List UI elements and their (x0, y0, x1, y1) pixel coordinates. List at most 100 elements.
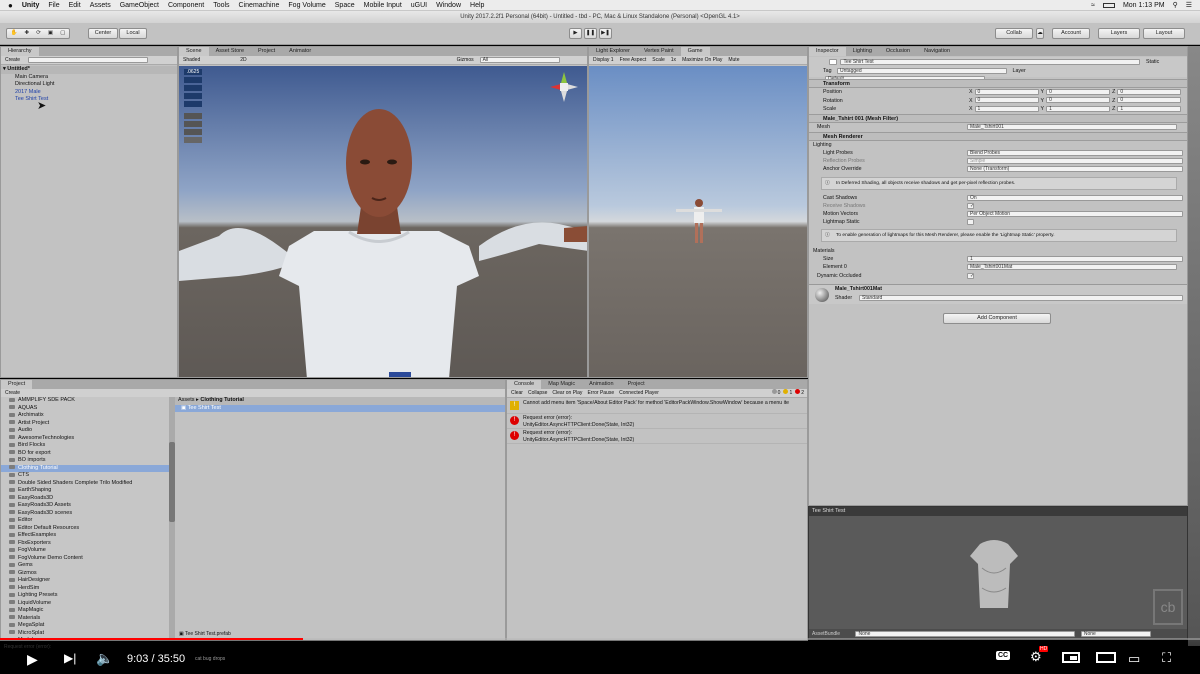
transform-y-field[interactable]: 0 (1046, 88, 1111, 95)
tab-scene[interactable]: Scene (179, 47, 209, 56)
transform-z-field[interactable]: 0 (1117, 97, 1182, 104)
transform-header[interactable]: Transform (809, 79, 1187, 88)
shading-dropdown[interactable]: Shaded (183, 57, 200, 63)
asset-item[interactable]: ▣ Tee Shirt Test (175, 404, 505, 412)
theater-mode-icon[interactable] (1096, 652, 1116, 663)
meshrenderer-header[interactable]: Mesh Renderer (809, 132, 1187, 141)
mac-menu-gameobject[interactable]: GameObject (120, 2, 159, 9)
mac-menu-file[interactable]: File (48, 2, 59, 9)
mute-toggle[interactable]: Mute (728, 56, 739, 64)
move-tool-icon[interactable]: ✚ (25, 29, 30, 38)
battery-icon[interactable] (1102, 2, 1115, 8)
folder-item[interactable]: Lighting Presets (1, 592, 169, 600)
mac-menu-component[interactable]: Component (168, 2, 204, 9)
scene-search-input[interactable]: All (479, 56, 560, 63)
folder-item[interactable]: CTS (1, 472, 169, 480)
reflection-probes-dropdown[interactable]: Simple (967, 157, 1183, 164)
mac-menu-tools[interactable]: Tools (213, 2, 229, 9)
menu-icon[interactable]: ☰ (1186, 1, 1192, 9)
hierarchy-item[interactable]: Tee Shirt Test (1, 96, 177, 104)
folder-item[interactable]: MicroSplat (1, 630, 169, 638)
console-btn-clear-on-play[interactable]: Clear on Play (552, 389, 582, 397)
meshfilter-header[interactable]: Male_Tshirt 001 (Mesh Filter) (809, 114, 1187, 123)
tab-light-explorer[interactable]: Light Explorer (589, 47, 637, 56)
folder-item[interactable]: AQUAS (1, 405, 169, 413)
console-btn-clear[interactable]: Clear (511, 389, 523, 397)
console-message[interactable]: ! Request error (error): UnityEditor.Async… (507, 429, 807, 444)
character-model[interactable] (179, 66, 588, 378)
folder-item[interactable]: Editor Default Resources (1, 525, 169, 533)
folder-item[interactable]: Bird Flocks (1, 442, 169, 450)
2d-toggle[interactable]: 2D (240, 57, 246, 63)
mac-menu-fog-volume[interactable]: Fog Volume (288, 2, 325, 9)
tab-project[interactable]: Project (1, 380, 33, 389)
tab-vertex-paint[interactable]: Vertex Paint (637, 47, 681, 56)
project-create-dropdown[interactable]: Create (5, 390, 20, 396)
gizmos-dropdown[interactable]: Gizmos (457, 57, 474, 63)
transform-z-field[interactable]: 1 (1117, 105, 1182, 112)
tab-project[interactable]: Project (251, 47, 282, 56)
folder-item[interactable]: FogVolume Demo Content (1, 555, 169, 563)
folder-item[interactable]: EasyRoads3D (1, 495, 169, 503)
tab-animator[interactable]: Animator (282, 47, 318, 56)
tab-game[interactable]: Game (680, 47, 710, 56)
tab-occlusion[interactable]: Occlusion (879, 47, 917, 56)
tab-project[interactable]: Project (621, 380, 652, 389)
pivot-local-button[interactable]: Local (119, 28, 147, 39)
folder-item[interactable]: EasyRoads3D scenes (1, 510, 169, 518)
console-message[interactable]: ! Cannot add menu item 'Space/About Edito… (507, 399, 807, 414)
tab-asset-store[interactable]: Asset Store (209, 47, 251, 56)
transform-y-field[interactable]: 0 (1046, 97, 1111, 104)
folder-item[interactable]: Clothing Tutorial (1, 464, 169, 472)
folder-item[interactable]: FbxExporters (1, 540, 169, 548)
layers-dropdown[interactable]: Layers (1098, 28, 1140, 39)
tab-animation[interactable]: Animation (582, 380, 620, 389)
cc-button[interactable]: CC (996, 651, 1011, 660)
mac-menu-ugui[interactable]: uGUI (411, 2, 427, 9)
folder-item[interactable]: EarthShaping (1, 487, 169, 495)
cloud-icon[interactable]: ☁ (1036, 28, 1044, 39)
fullscreen-icon[interactable]: ⛶ (1162, 650, 1171, 666)
console-btn-connected-player[interactable]: Connected Player (619, 389, 659, 397)
folder-item[interactable]: EasyRoads3D Assets (1, 502, 169, 510)
folder-item[interactable]: Gizmos (1, 570, 169, 578)
active-checkbox[interactable] (829, 58, 837, 65)
dynamic-occluded-checkbox[interactable]: ✓ (967, 272, 974, 279)
hand-tool-icon[interactable]: ✋ (11, 29, 18, 38)
object-name-field[interactable]: Tee Shirt Test (840, 58, 1141, 65)
folder-item[interactable]: AMMPLIFY SDE PACK (1, 397, 169, 405)
folder-item[interactable]: Artist Project (1, 420, 169, 428)
transform-y-field[interactable]: 1 (1046, 105, 1111, 112)
tab-inspector[interactable]: Inspector (809, 47, 846, 56)
mac-menu-assets[interactable]: Assets (90, 2, 111, 9)
folder-item[interactable]: Editor (1, 517, 169, 525)
folder-item[interactable]: EffectExamples (1, 532, 169, 540)
volume-icon[interactable]: 🔈 (96, 650, 113, 667)
element-field[interactable]: Male_Tshirt001Mat (967, 263, 1177, 270)
scale-tool-icon[interactable]: ▣ (48, 29, 53, 38)
account-button[interactable]: Account (1052, 28, 1090, 39)
next-icon[interactable]: ▶| (64, 651, 76, 665)
materials-foldout[interactable]: Materials (809, 247, 1187, 255)
transform-x-field[interactable]: 0 (974, 88, 1039, 95)
folder-item[interactable]: Archimatix (1, 412, 169, 420)
mac-menu-space[interactable]: Space (335, 2, 355, 9)
assetbundle-dropdown[interactable]: None (855, 630, 1076, 637)
rotate-tool-icon[interactable]: ⟳ (36, 29, 41, 38)
tab-lighting[interactable]: Lighting (846, 47, 879, 56)
lightmap-static-checkbox[interactable] (967, 218, 974, 225)
search-icon[interactable]: ⚲ (1173, 1, 1178, 9)
hierarchy-item[interactable]: 2017 Male (1, 89, 177, 97)
info-count-icon[interactable] (771, 389, 777, 394)
breadcrumb-current[interactable]: Clothing Tutorial (200, 397, 244, 403)
tag-dropdown[interactable]: Untagged (837, 67, 1008, 74)
collab-button[interactable]: Collab (995, 28, 1033, 39)
mesh-field[interactable]: Male_Tshirt001 (967, 123, 1177, 130)
scale-value[interactable]: 1x (671, 56, 676, 64)
light-probes-dropdown[interactable]: Blend Probes (967, 149, 1183, 156)
folder-item[interactable]: FogVolume (1, 547, 169, 555)
transform-x-field[interactable]: 1 (974, 105, 1039, 112)
scene-viewport[interactable]: .0625 (179, 66, 587, 377)
anchor-field[interactable]: None (Transform) (967, 165, 1183, 172)
mac-menu-mobile-input[interactable]: Mobile Input (364, 2, 402, 9)
